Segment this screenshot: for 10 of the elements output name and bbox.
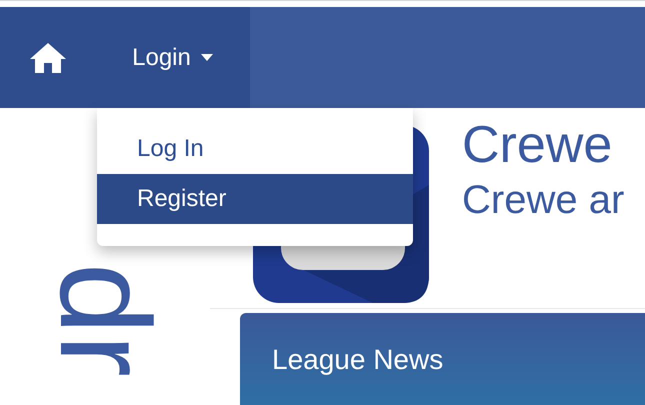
site-title: Crewe [462, 115, 614, 176]
caret-down-icon [200, 54, 213, 61]
panel-title: League News [272, 343, 444, 377]
menu-item[interactable]: Register [97, 174, 413, 224]
login-menu-button[interactable]: Login [95, 7, 250, 108]
home-icon [28, 42, 66, 74]
home-button[interactable] [0, 7, 95, 108]
menu-item[interactable]: Log In [97, 124, 413, 174]
site-subtitle: Crewe ar [462, 177, 624, 224]
vertical-heading: dr [40, 263, 168, 377]
